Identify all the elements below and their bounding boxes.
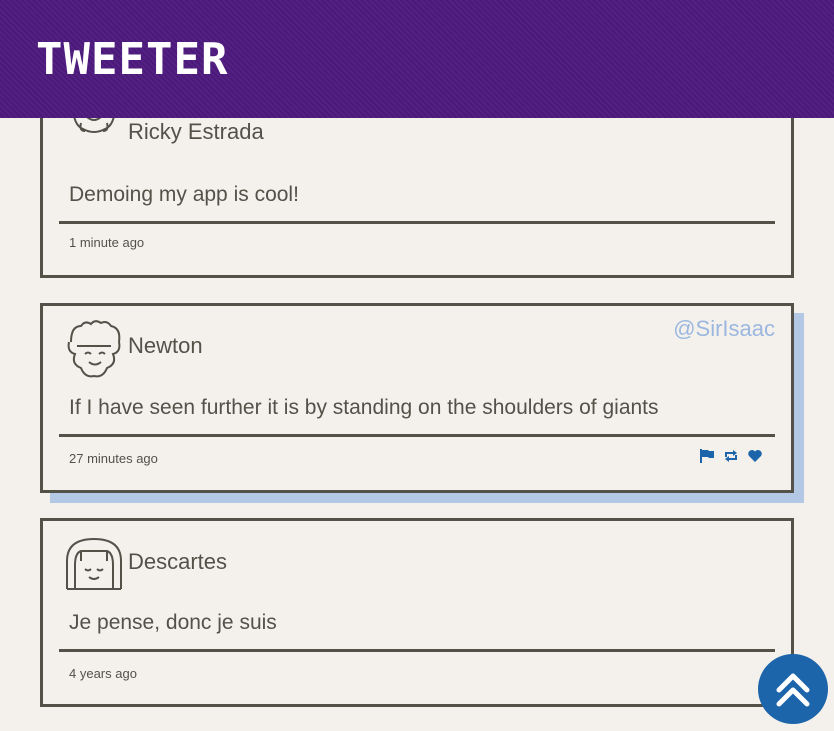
tweet-timestamp: 1 minute ago (69, 235, 145, 250)
tweet-content: If I have seen further it is by standing… (59, 380, 775, 437)
bob-hair-avatar-icon (66, 537, 122, 590)
double-chevron-up-icon (776, 673, 810, 707)
tweet-author-name: Descartes (128, 549, 228, 574)
tweet-card: Descartes Je pense, donc je suis 4 years… (40, 518, 794, 707)
scroll-to-top-button[interactable] (758, 654, 828, 724)
brand-logo[interactable]: Tweeter (36, 34, 228, 85)
tweet-author-name: Ricky Estrada (128, 119, 264, 144)
tweet-author-handle[interactable]: @SirIsaac (673, 316, 775, 342)
tweet-content: Je pense, donc je suis (59, 595, 775, 652)
heart-icon[interactable] (747, 448, 763, 464)
tweet-actions (699, 448, 763, 464)
tweet-timestamp: 27 minutes ago (69, 451, 158, 466)
retweet-icon[interactable] (723, 448, 739, 464)
tweet-author-name: Newton (128, 333, 203, 358)
tweet-card: Newton @SirIsaac If I have seen further … (40, 303, 794, 493)
tweet-content: Demoing my app is cool! (59, 167, 775, 224)
tweet-timestamp: 4 years ago (69, 666, 137, 681)
curly-hair-avatar-icon (67, 320, 121, 378)
flag-icon[interactable] (699, 448, 715, 464)
top-navbar: Tweeter (0, 0, 834, 118)
